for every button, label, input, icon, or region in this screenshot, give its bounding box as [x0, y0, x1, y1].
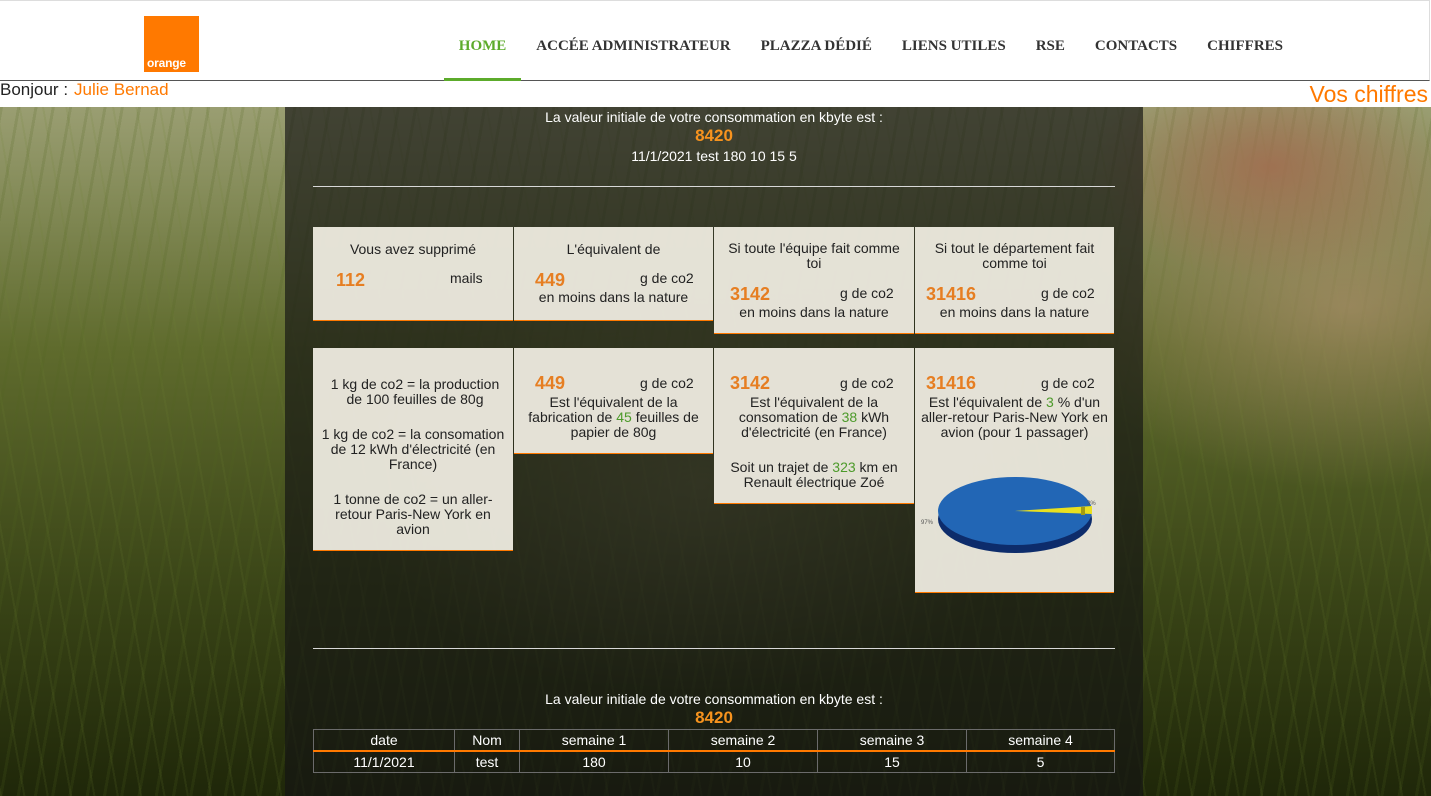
- vos-chiffres-title: Vos chiffres: [1309, 81, 1428, 107]
- orange-logo[interactable]: orange: [144, 16, 199, 72]
- paper-co2-grams: 449: [535, 373, 566, 393]
- cell-week4: 5: [966, 750, 1115, 773]
- trip-km-count: 323: [832, 459, 856, 475]
- user-name: Julie Bernad: [74, 80, 169, 99]
- deleted-mails-card: Vous avez supprimé 112 mails: [313, 227, 513, 321]
- card-title: Si tout le département fait comme toi: [934, 240, 1095, 271]
- card-title: Si toute l'équipe fait comme toi: [728, 240, 900, 271]
- info-line-electricity: 1 kg de co2 = la consomation de 12 kWh d…: [321, 426, 505, 472]
- weekly-consumption-table: date Nom semaine 1 semaine 2 semaine 3 s…: [313, 729, 1115, 773]
- department-co2-grams: 31416: [926, 284, 977, 304]
- paper-equivalent-text: Est l'équivalent de la fabrication de 45…: [518, 395, 709, 440]
- elec-text-a: Est l'équivalent de la consomation de: [738, 394, 878, 425]
- plane-equivalent-card: 31416 g de co2 Est l'équivalent de 3 % d…: [915, 348, 1114, 593]
- table-row: 11/1/2021 test 180 10 15 5: [313, 750, 1115, 773]
- top-initial-value: 8420: [695, 126, 733, 145]
- info-line-paper: 1 kg de co2 = la production de 100 feuil…: [330, 376, 500, 407]
- table-header-row: date Nom semaine 1 semaine 2 semaine 3 s…: [313, 729, 1115, 752]
- cell-week3: 15: [817, 750, 967, 773]
- cell-week1: 180: [519, 750, 669, 773]
- top-intro: La valeur initiale de votre consommation…: [545, 109, 883, 125]
- top-detail: 11/1/2021 test 180 10 15 5: [631, 148, 797, 164]
- card-title: Vous avez supprimé: [349, 241, 477, 257]
- paper-sheets-count: 45: [616, 409, 632, 425]
- department-co2-card: Si tout le département fait comme toi 31…: [915, 227, 1114, 334]
- divider-bottom: [313, 648, 1115, 649]
- cell-nom: test: [454, 750, 520, 773]
- card-unit: g de co2: [1041, 285, 1095, 301]
- nav-home[interactable]: HOME: [443, 1, 522, 81]
- zoe-trip-text: Soit un trajet de 323 km en Renault élec…: [720, 460, 908, 490]
- electricity-equivalent-text: Est l'équivalent de la consomation de 38…: [724, 395, 904, 440]
- plane-co2-grams: 31416: [926, 373, 977, 393]
- nav-admin-access[interactable]: ACCÉE ADMINISTRATEUR: [521, 1, 745, 80]
- plane-equivalent-text: Est l'équivalent de 3 % d'un aller-retou…: [919, 395, 1110, 440]
- nav-rse[interactable]: RSE: [1021, 1, 1080, 80]
- col-date: date: [313, 729, 455, 752]
- bottom-intro: La valeur initiale de votre consommation…: [545, 691, 883, 707]
- equivalent-co2-card: L'équivalent de 449 g de co2 en moins da…: [514, 227, 713, 321]
- col-week1: semaine 1: [519, 729, 669, 752]
- card-unit: g de co2: [640, 270, 694, 286]
- pie-label-large: 97%: [921, 520, 934, 526]
- card-unit: g de co2: [840, 285, 894, 301]
- col-nom: Nom: [454, 729, 520, 752]
- electricity-co2-grams: 3142: [730, 373, 771, 393]
- bottom-initial-value: 8420: [695, 708, 733, 727]
- cell-date: 11/1/2021: [313, 750, 455, 773]
- greeting: Bonjour : Julie Bernad: [0, 80, 169, 100]
- logo-text: orange: [147, 56, 186, 70]
- plane-percent: 3: [1046, 394, 1054, 410]
- co2-grams: 449: [535, 270, 566, 290]
- elec-kwh-count: 38: [841, 409, 858, 425]
- greeting-label: Bonjour :: [0, 80, 69, 99]
- electricity-equivalent-card: 3142 g de co2 Est l'équivalent de la con…: [714, 348, 914, 504]
- main-nav: HOME ACCÉE ADMINISTRATEUR PLAZZA DÉDIÉ L…: [443, 1, 1298, 81]
- card-unit: g de co2: [1041, 375, 1095, 391]
- paper-equivalent-card: 449 g de co2 Est l'équivalent de la fabr…: [514, 348, 713, 454]
- card-unit: g de co2: [640, 375, 694, 391]
- card-title: L'équivalent de: [566, 241, 661, 257]
- card-footer: en moins dans la nature: [538, 289, 689, 305]
- nav-plazza[interactable]: PLAZZA DÉDIÉ: [746, 1, 887, 80]
- col-week2: semaine 2: [668, 729, 818, 752]
- plane-pie-chart: 3% 97%: [921, 477, 1096, 553]
- team-co2-grams: 3142: [730, 284, 771, 304]
- info-line-plane: 1 tonne de co2 = un aller-retour Paris-N…: [333, 491, 493, 537]
- plane-text-a: Est l'équivalent de: [928, 394, 1043, 410]
- col-week4: semaine 4: [966, 729, 1115, 752]
- card-unit: g de co2: [840, 375, 894, 391]
- col-week3: semaine 3: [817, 729, 967, 752]
- card-footer: en moins dans la nature: [939, 304, 1090, 320]
- team-co2-card: Si toute l'équipe fait comme toi 3142 g …: [714, 227, 914, 334]
- card-footer: en moins dans la nature: [739, 304, 889, 320]
- card-unit: mails: [450, 270, 483, 286]
- nav-contacts[interactable]: CONTACTS: [1080, 1, 1192, 80]
- nav-figures[interactable]: CHIFFRES: [1192, 1, 1298, 80]
- nav-useful-links[interactable]: LIENS UTILES: [887, 1, 1021, 80]
- divider-top: [313, 186, 1115, 187]
- site-header: orange HOME ACCÉE ADMINISTRATEUR PLAZZA …: [0, 0, 1430, 81]
- co2-info-card: 1 kg de co2 = la production de 100 feuil…: [313, 348, 513, 551]
- deleted-mails-count: 112: [336, 270, 366, 290]
- trip-text-a: Soit un trajet de: [730, 459, 829, 475]
- cell-week2: 10: [668, 750, 818, 773]
- pie-label-small: 3%: [1087, 501, 1096, 507]
- pie-slice-small-edge: [1081, 507, 1085, 515]
